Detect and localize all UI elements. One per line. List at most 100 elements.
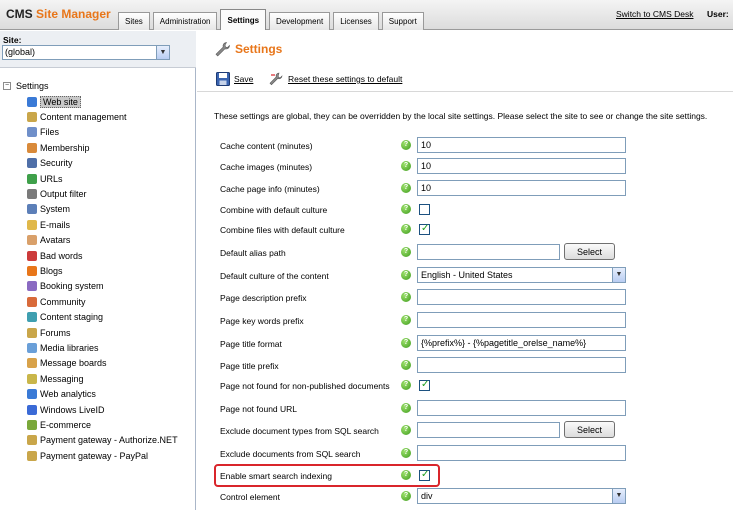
default-alias-path-input[interactable] <box>417 244 560 260</box>
tree-item-label: Bad words <box>40 250 83 261</box>
help-icon[interactable]: ? <box>401 360 411 370</box>
tree-item-security[interactable]: Security <box>27 157 73 170</box>
tree-root-settings[interactable]: − Settings <box>3 79 49 92</box>
switch-to-cms-desk-link[interactable]: Switch to CMS Desk <box>616 9 693 19</box>
tab-settings[interactable]: Settings <box>220 9 267 30</box>
tree-item-label: Blogs <box>40 265 63 276</box>
payment-icon <box>27 435 37 446</box>
reset-settings-button[interactable]: Reset these settings to default <box>268 71 402 87</box>
help-icon[interactable]: ? <box>401 247 411 257</box>
exclude-document-types-from-sql-search-input[interactable] <box>417 422 560 438</box>
setting-row-cache-page-info-minutes: Cache page info (minutes)? 10 <box>197 180 733 200</box>
tree-item-system[interactable]: System <box>27 203 70 216</box>
setting-label: Combine with default culture <box>220 205 328 215</box>
settings-toolbar: Save Reset these settings to default <box>197 66 733 92</box>
tree-item-e-mails[interactable]: E-mails <box>27 218 70 231</box>
tree-item-label: Message boards <box>40 358 107 369</box>
help-icon[interactable]: ? <box>401 491 411 501</box>
tree-item-blogs[interactable]: Blogs <box>27 264 63 277</box>
setting-row-page-key-words-prefix: Page key words prefix? <box>197 312 733 332</box>
setting-row-exclude-documents-from-sql-search: Exclude documents from SQL search? <box>197 445 733 465</box>
chevron-down-icon[interactable]: ▼ <box>612 268 625 282</box>
tree-item-e-commerce[interactable]: E-commerce <box>27 418 91 431</box>
help-icon[interactable]: ? <box>401 270 411 280</box>
tab-support[interactable]: Support <box>381 12 424 30</box>
help-icon[interactable]: ? <box>401 292 411 302</box>
tree-item-label: URLs <box>40 173 63 184</box>
email-icon <box>27 219 37 230</box>
tree-item-label: Forums <box>40 327 71 338</box>
tree-item-web-analytics[interactable]: Web analytics <box>27 388 96 401</box>
tree-item-payment-gateway-authorize-net[interactable]: Payment gateway - Authorize.NET <box>27 434 178 447</box>
setting-row-page-title-format: Page title format? {%prefix%} - {%pagetit… <box>197 335 733 355</box>
select-button[interactable]: Select <box>564 421 615 438</box>
chevron-down-icon[interactable]: ▼ <box>612 489 625 503</box>
tree-item-label: System <box>40 204 71 215</box>
tab-sites[interactable]: Sites <box>118 12 150 30</box>
settings-header: Settings <box>197 31 733 64</box>
page-title-prefix-input[interactable] <box>417 357 626 373</box>
tree-item-booking-system[interactable]: Booking system <box>27 280 104 293</box>
site-select-value: (global) <box>5 47 36 57</box>
setting-row-control-element: Control element? div ▼ <box>197 488 733 508</box>
tree-item-message-boards[interactable]: Message boards <box>27 357 107 370</box>
exclude-documents-from-sql-search-input[interactable] <box>417 445 626 461</box>
tab-development[interactable]: Development <box>269 12 331 30</box>
tree-item-content-management[interactable]: Content management <box>27 110 127 123</box>
tree-item-forums[interactable]: Forums <box>27 326 71 339</box>
help-icon[interactable]: ? <box>401 224 411 234</box>
cache-content-minutes-input[interactable]: 10 <box>417 137 626 153</box>
help-icon[interactable]: ? <box>401 204 411 214</box>
tree-item-avatars[interactable]: Avatars <box>27 234 70 247</box>
tree-item-media-libraries[interactable]: Media libraries <box>27 341 99 354</box>
page-title-format-input[interactable]: {%prefix%} - {%pagetitle_orelse_name%} <box>417 335 626 351</box>
analytics-icon <box>27 389 37 400</box>
help-icon[interactable]: ? <box>401 425 411 435</box>
url-icon <box>27 173 37 184</box>
site-select[interactable]: (global) ▼ <box>2 45 170 60</box>
help-icon[interactable]: ? <box>401 338 411 348</box>
tree-item-web-site[interactable]: Web site <box>27 95 81 108</box>
cache-page-info-minutes-input[interactable]: 10 <box>417 180 626 196</box>
save-button[interactable]: Save <box>216 71 253 87</box>
setting-label: Exclude document types from SQL search <box>220 426 379 436</box>
help-icon[interactable]: ? <box>401 448 411 458</box>
member-icon <box>27 142 37 153</box>
help-icon[interactable]: ? <box>401 315 411 325</box>
tree-item-windows-liveid[interactable]: Windows LiveID <box>27 403 105 416</box>
tab-licenses[interactable]: Licenses <box>333 12 379 30</box>
page-not-found-url-input[interactable] <box>417 400 626 416</box>
chevron-down-icon[interactable]: ▼ <box>156 46 169 59</box>
help-icon[interactable]: ? <box>401 380 411 390</box>
tree-root-label: Settings <box>16 80 49 91</box>
tree-item-files[interactable]: Files <box>27 126 59 139</box>
help-icon[interactable]: ? <box>401 161 411 171</box>
page-description-prefix-input[interactable] <box>417 289 626 305</box>
help-icon[interactable]: ? <box>401 183 411 193</box>
default-culture-of-the-content-dropdown[interactable]: English - United States ▼ <box>417 267 626 283</box>
tree-item-label: Payment gateway - PayPal <box>40 450 149 461</box>
tree-item-content-staging[interactable]: Content staging <box>27 311 103 324</box>
tab-administration[interactable]: Administration <box>152 12 218 30</box>
cache-images-minutes-input[interactable]: 10 <box>417 158 626 174</box>
control-element-dropdown[interactable]: div ▼ <box>417 488 626 504</box>
tree-item-bad-words[interactable]: Bad words <box>27 249 83 262</box>
tree-item-community[interactable]: Community <box>27 295 86 308</box>
help-icon[interactable]: ? <box>401 140 411 150</box>
liveid-icon <box>27 404 37 415</box>
combine-with-default-culture-checkbox[interactable] <box>419 204 430 215</box>
collapse-icon[interactable]: − <box>3 81 11 90</box>
tree-item-payment-gateway-paypal[interactable]: Payment gateway - PayPal <box>27 449 148 462</box>
setting-row-default-alias-path: Default alias path? Select <box>197 243 733 264</box>
help-icon[interactable]: ? <box>401 403 411 413</box>
page-key-words-prefix-input[interactable] <box>417 312 626 328</box>
tree-item-messaging[interactable]: Messaging <box>27 372 84 385</box>
media-icon <box>27 342 37 353</box>
select-button[interactable]: Select <box>564 243 615 260</box>
tree-item-output-filter[interactable]: Output filter <box>27 187 87 200</box>
tree-item-urls[interactable]: URLs <box>27 172 63 185</box>
tree-item-membership[interactable]: Membership <box>27 141 90 154</box>
page-not-found-for-non-published-documents-checkbox[interactable] <box>419 379 430 391</box>
blog-icon <box>27 265 37 276</box>
combine-files-with-default-culture-checkbox[interactable] <box>419 223 430 235</box>
